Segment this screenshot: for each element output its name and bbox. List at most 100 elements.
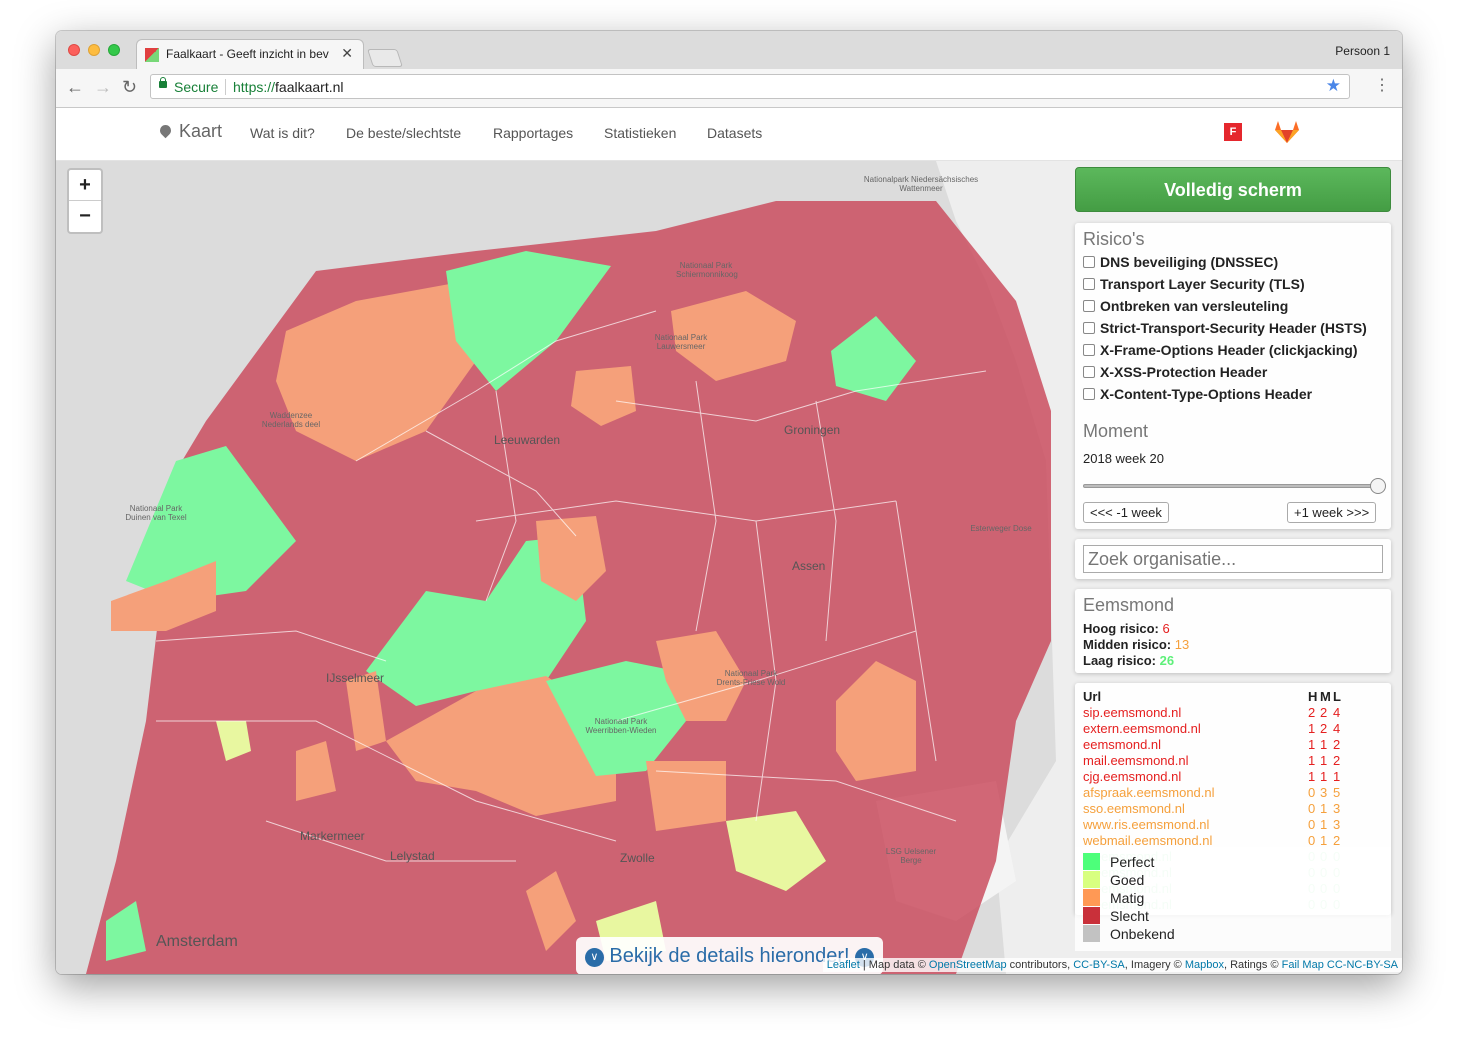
nav-item-wat-is-dit[interactable]: Wat is dit?: [250, 125, 315, 141]
checkbox-icon[interactable]: [1083, 388, 1095, 400]
url-table-row[interactable]: www.ris.eemsmond.nl 0 1 3: [1083, 817, 1383, 833]
chevron-down-icon: ∨: [584, 948, 604, 967]
ccncbysa-link[interactable]: CC-NC-BY-SA: [1327, 959, 1398, 971]
legend-swatch-goed: [1083, 871, 1100, 888]
url-link[interactable]: eemsmond.nl: [1083, 737, 1161, 752]
url-table-row[interactable]: sso.eemsmond.nl 0 1 3: [1083, 801, 1383, 817]
checkbox-icon[interactable]: [1083, 278, 1095, 290]
low-risk-row: Laag risico: 26: [1083, 653, 1174, 668]
secure-label: Secure: [174, 79, 219, 95]
legend-label: Goed: [1110, 872, 1145, 888]
url-table-row[interactable]: eemsmond.nl 1 1 2: [1083, 737, 1383, 753]
browser-menu-icon[interactable]: ⋮: [1374, 75, 1390, 95]
risk-checkbox-xxss[interactable]: X-XSS-Protection Header: [1083, 364, 1267, 380]
url-table-row[interactable]: sip.eemsmond.nl 2 2 4: [1083, 705, 1383, 721]
slider-handle[interactable]: [1370, 478, 1386, 494]
url-link[interactable]: afspraak.eemsmond.nl: [1083, 785, 1215, 800]
tab-bar: Faalkaart - Geeft inzicht in bev ✕ Perso…: [56, 31, 1402, 69]
leaflet-link[interactable]: Leaflet: [827, 959, 860, 971]
browser-tab[interactable]: Faalkaart - Geeft inzicht in bev ✕: [136, 39, 364, 69]
high-count: 1: [1308, 753, 1316, 768]
legend-swatch-matig: [1083, 889, 1100, 906]
risk-checkbox-encryption[interactable]: Ontbreken van versleuteling: [1083, 298, 1288, 314]
url-link[interactable]: mail.eemsmond.nl: [1083, 753, 1189, 768]
week-slider[interactable]: [1083, 478, 1386, 494]
fullscreen-button[interactable]: Volledig scherm: [1075, 167, 1391, 212]
checkbox-icon[interactable]: [1083, 366, 1095, 378]
forward-arrow-icon[interactable]: →: [94, 77, 112, 98]
legend-item-slecht: Slecht: [1083, 907, 1149, 924]
checkbox-icon[interactable]: [1083, 344, 1095, 356]
tab-close-icon[interactable]: ✕: [341, 45, 353, 62]
high-header: H: [1308, 689, 1318, 704]
maximize-window-button[interactable]: [108, 44, 120, 56]
url-link[interactable]: webmail.eemsmond.nl: [1083, 833, 1212, 848]
gitlab-icon[interactable]: [1274, 120, 1300, 144]
zoom-out-button[interactable]: −: [69, 201, 101, 231]
failmap-logo-icon[interactable]: F: [1224, 123, 1242, 141]
risk-label: X-Frame-Options Header (clickjacking): [1100, 342, 1358, 358]
url-table-row[interactable]: extern.eemsmond.nl 1 2 4: [1083, 721, 1383, 737]
url-link[interactable]: www.ris.eemsmond.nl: [1083, 817, 1209, 832]
risk-label: X-XSS-Protection Header: [1100, 364, 1268, 380]
url-link[interactable]: cjg.eemsmond.nl: [1083, 769, 1181, 784]
close-window-button[interactable]: [68, 44, 80, 56]
ccbysa-link[interactable]: CC-BY-SA: [1073, 959, 1125, 971]
url-table-row[interactable]: cjg.eemsmond.nl 1 1 1: [1083, 769, 1383, 785]
risk-label: Transport Layer Security (TLS): [1100, 276, 1305, 292]
browser-window: Faalkaart - Geeft inzicht in bev ✕ Perso…: [56, 31, 1402, 974]
next-week-button[interactable]: +1 week >>>: [1287, 502, 1377, 523]
mid-count: 2: [1320, 721, 1328, 736]
search-panel: [1075, 539, 1391, 579]
mapbox-link[interactable]: Mapbox: [1185, 959, 1224, 971]
risk-checkbox-xcontenttype[interactable]: X-Content-Type-Options Header: [1083, 386, 1312, 402]
risk-checkbox-xframe[interactable]: X-Frame-Options Header (clickjacking): [1083, 342, 1358, 358]
url-table-row[interactable]: afspraak.eemsmond.nl 0 3 5: [1083, 785, 1383, 801]
zoom-in-button[interactable]: +: [69, 170, 101, 201]
address-bar[interactable]: Secure https://faalkaart.nl ★: [150, 74, 1350, 99]
url-table-row[interactable]: mail.eemsmond.nl 1 1 2: [1083, 753, 1383, 769]
nav-item-rapportages[interactable]: Rapportages: [493, 125, 573, 141]
address-url[interactable]: https://faalkaart.nl: [233, 79, 344, 95]
risk-checkbox-tls[interactable]: Transport Layer Security (TLS): [1083, 276, 1305, 292]
failmap-link[interactable]: Fail Map: [1282, 959, 1324, 971]
nav-item-statistieken[interactable]: Statistieken: [604, 125, 676, 141]
map-label-assen: Assen: [792, 559, 826, 573]
checkbox-icon[interactable]: [1083, 256, 1095, 268]
legend-swatch-slecht: [1083, 907, 1100, 924]
risk-checkbox-dnssec[interactable]: DNS beveiliging (DNSSEC): [1083, 254, 1278, 270]
risk-label: DNS beveiliging (DNSSEC): [1100, 254, 1279, 270]
risk-label: Ontbreken van versleuteling: [1100, 298, 1289, 314]
map-marker-icon: [157, 122, 174, 139]
reload-icon[interactable]: ↻: [122, 77, 137, 98]
risk-checkbox-hsts[interactable]: Strict-Transport-Security Header (HSTS): [1083, 320, 1367, 336]
high-risk-row: Hoog risico: 6: [1083, 621, 1170, 636]
checkbox-icon[interactable]: [1083, 300, 1095, 312]
osm-link[interactable]: OpenStreetMap: [929, 959, 1007, 971]
map-area[interactable]: Leeuwarden Groningen Assen IJsselmeer Ma…: [56, 161, 1402, 974]
url-link[interactable]: extern.eemsmond.nl: [1083, 721, 1201, 736]
high-risk-count: 6: [1162, 621, 1170, 636]
map-label-lsg: LSG Uelsener Berge: [885, 847, 937, 865]
back-arrow-icon[interactable]: ←: [66, 77, 84, 98]
legend-item-goed: Goed: [1083, 871, 1144, 888]
nav-brand-label: Kaart: [179, 121, 223, 141]
nav-item-datasets[interactable]: Datasets: [707, 125, 762, 141]
url-link[interactable]: sip.eemsmond.nl: [1083, 705, 1181, 720]
nav-item-beste-slechtste[interactable]: De beste/slechtste: [346, 125, 461, 141]
profile-name[interactable]: Persoon 1: [1335, 44, 1390, 58]
nav-brand-kaart[interactable]: Kaart: [157, 121, 223, 142]
lock-icon: [159, 77, 167, 88]
attrib-ratings: , Ratings ©: [1224, 959, 1279, 971]
mid-count: 1: [1320, 817, 1328, 832]
minimize-window-button[interactable]: [88, 44, 100, 56]
map-label-groningen: Groningen: [784, 423, 841, 437]
map-attribution: Leaflet | Map data © OpenStreetMap contr…: [822, 958, 1402, 972]
checkbox-icon[interactable]: [1083, 322, 1095, 334]
bookmark-star-icon[interactable]: ★: [1326, 76, 1341, 96]
url-link[interactable]: sso.eemsmond.nl: [1083, 801, 1185, 816]
prev-week-button[interactable]: <<< -1 week: [1083, 502, 1169, 523]
organisation-search-input[interactable]: [1083, 545, 1383, 573]
new-tab-button[interactable]: [367, 49, 403, 67]
attrib-imagery: , Imagery ©: [1124, 959, 1182, 971]
